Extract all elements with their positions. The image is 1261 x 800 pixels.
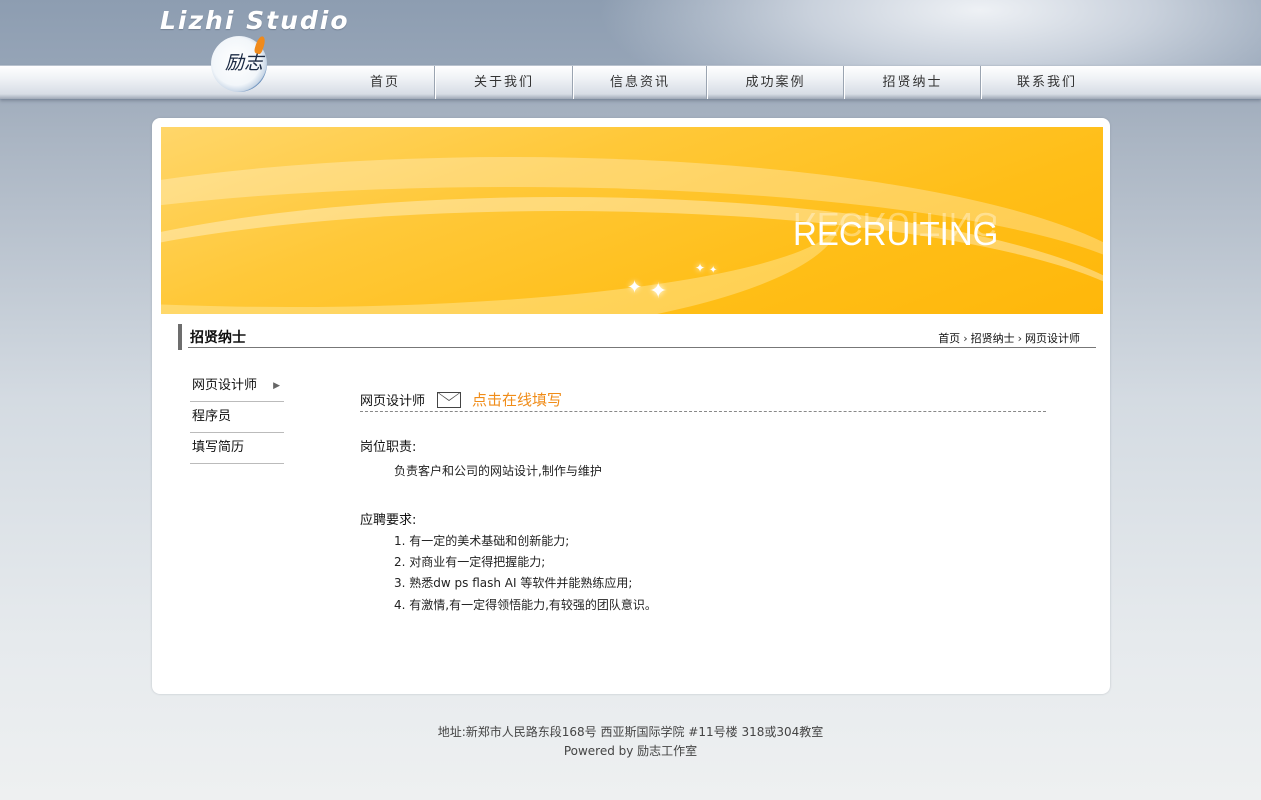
breadcrumb: 首页 › 招贤纳士 › 网页设计师 xyxy=(938,330,1080,346)
recruiting-banner: ✦ ✦ ✦ ✦ RECRUITING RECRUITING xyxy=(161,127,1103,314)
breadcrumb-home[interactable]: 首页 xyxy=(938,332,960,345)
section-marker xyxy=(178,324,182,350)
footer-address: 地址:新郑市人民路东段168号 西亚斯国际学院 #11号楼 318或304教室 xyxy=(437,725,824,739)
sidebar-item-label: 填写简历 xyxy=(192,440,245,455)
banner-title-reflection: RECRUITING xyxy=(793,206,999,243)
sparkle-icon: ✦ xyxy=(695,261,706,275)
footer-powered-by: Powered by 励志工作室 xyxy=(563,744,698,758)
nav-item-recruit[interactable]: 招贤纳士 xyxy=(845,66,981,99)
sparkle-icon: ✦ xyxy=(649,279,668,304)
section-title: 招贤纳士 xyxy=(190,330,246,346)
main-nav: 首页 关于我们 信息资讯 成功案例 招贤纳士 联系我们 xyxy=(0,65,1261,99)
sparkle-icon: ✦ xyxy=(709,265,718,276)
chevron-right-icon: › xyxy=(1017,332,1022,345)
breadcrumb-current: 网页设计师 xyxy=(1025,332,1080,345)
requirement-item: 3. 熟悉dw ps flash AI 等软件并能熟练应用; xyxy=(394,576,633,590)
breadcrumb-recruit[interactable]: 招贤纳士 xyxy=(971,332,1015,345)
requirement-item: 2. 对商业有一定得把握能力; xyxy=(394,555,546,569)
dashed-divider xyxy=(360,411,1046,412)
requirement-item: 1. 有一定的美术基础和创新能力; xyxy=(394,534,570,548)
envelope-icon[interactable] xyxy=(437,392,461,408)
requirements-heading: 应聘要求: xyxy=(360,513,417,528)
nav-item-contact[interactable]: 联系我们 xyxy=(982,66,1112,99)
duty-text: 负责客户和公司的网站设计,制作与维护 xyxy=(394,464,602,478)
nav-item-about[interactable]: 关于我们 xyxy=(436,66,573,99)
nav-item-news[interactable]: 信息资讯 xyxy=(574,66,707,99)
job-title: 网页设计师 xyxy=(360,394,426,409)
triangle-right-icon: ▶ xyxy=(273,381,280,391)
nav-item-cases[interactable]: 成功案例 xyxy=(708,66,844,99)
duty-heading: 岗位职责: xyxy=(360,440,417,455)
content-panel: ✦ ✦ ✦ ✦ RECRUITING RECRUITING 招贤纳士 首页 › 招贤… xyxy=(152,118,1110,694)
sidebar-item-label: 网页设计师 xyxy=(192,378,258,393)
chevron-right-icon: › xyxy=(963,332,968,345)
sidebar-item-resume[interactable]: 填写简历 xyxy=(190,433,284,464)
sidebar-item-programmer[interactable]: 程序员 xyxy=(190,402,284,433)
fill-online-link[interactable]: 点击在线填写 xyxy=(472,389,562,410)
requirement-item: 4. 有激情,有一定得领悟能力,有较强的团队意识。 xyxy=(394,598,657,612)
sidebar-item-label: 程序员 xyxy=(192,409,232,424)
sidebar-item-web-designer[interactable]: 网页设计师 ▶ xyxy=(190,371,284,402)
nav-item-home[interactable]: 首页 xyxy=(336,66,435,99)
sparkle-icon: ✦ xyxy=(627,277,643,298)
section-divider xyxy=(188,347,1096,348)
brand-name: Lizhi Studio xyxy=(160,6,350,35)
